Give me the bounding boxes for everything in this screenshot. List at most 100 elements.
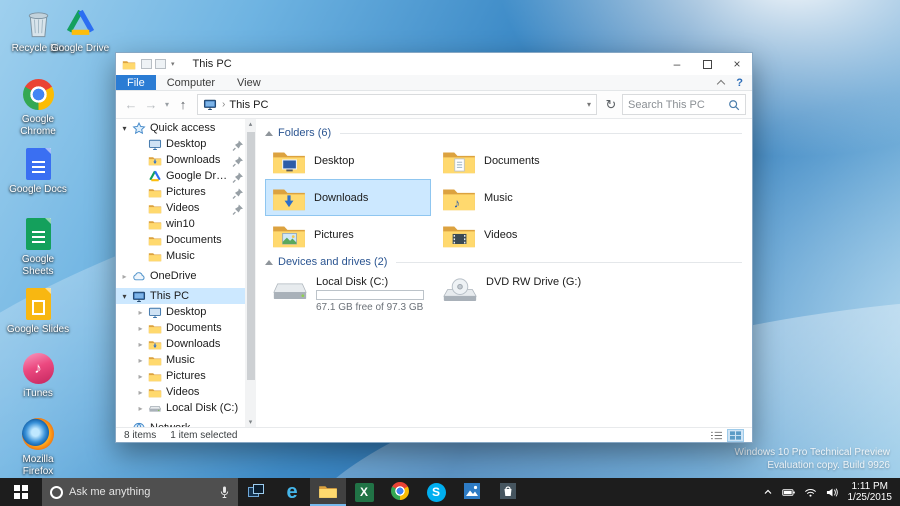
minimize-button[interactable]: – bbox=[662, 53, 692, 75]
sidebar-item-quick-access[interactable]: ▾Quick access bbox=[116, 120, 245, 136]
chevron-collapsed-icon[interactable]: ▸ bbox=[136, 308, 145, 317]
folder-tile-pictures[interactable]: Pictures bbox=[265, 216, 431, 253]
sidebar-item-win10[interactable]: win10 bbox=[116, 216, 245, 232]
group-header[interactable]: Devices and drives (2) bbox=[265, 253, 742, 271]
sidebar-item-videos[interactable]: Videos bbox=[116, 200, 245, 216]
desktop-icon-google-sheets[interactable]: Google Sheets bbox=[6, 216, 70, 277]
volume-icon[interactable] bbox=[826, 487, 839, 498]
taskbar-app-excel[interactable]: X bbox=[346, 478, 382, 506]
network-icon[interactable] bbox=[804, 487, 817, 498]
drive-tile-local-disk-c[interactable]: Local Disk (C:)67.1 GB free of 97.3 GB bbox=[265, 271, 431, 317]
taskbar-app-photos[interactable] bbox=[454, 478, 490, 506]
watermark: Windows 10 Pro Technical Preview Evaluat… bbox=[735, 446, 890, 472]
folder-tile-desktop[interactable]: Desktop bbox=[265, 142, 431, 179]
taskbar: Ask me anything e X S 1:11 PM 1/25/2015 bbox=[0, 478, 900, 506]
group-collapse-icon[interactable] bbox=[265, 131, 273, 136]
chevron-expanded-icon[interactable]: ▾ bbox=[120, 124, 129, 133]
group-collapse-icon[interactable] bbox=[265, 260, 273, 265]
chevron-collapsed-icon[interactable]: ▸ bbox=[136, 340, 145, 349]
desktop-icon-google-slides[interactable]: Google Slides bbox=[6, 286, 70, 336]
taskbar-app-store[interactable] bbox=[490, 478, 526, 506]
qat-dropdown-icon[interactable]: ▾ bbox=[171, 60, 175, 68]
sidebar-item-desktop[interactable]: Desktop bbox=[116, 136, 245, 152]
scroll-down-icon[interactable]: ▾ bbox=[245, 418, 256, 426]
sidebar-item-desktop[interactable]: ▸Desktop bbox=[116, 304, 245, 320]
details-view-button[interactable] bbox=[708, 429, 725, 442]
chevron-collapsed-icon[interactable]: ▸ bbox=[120, 272, 129, 281]
taskbar-app-file-explorer[interactable] bbox=[310, 478, 346, 506]
sidebar-item-downloads[interactable]: ▸Downloads bbox=[116, 336, 245, 352]
folder-tile-music[interactable]: ♪Music bbox=[435, 179, 601, 216]
search-box[interactable]: Search This PC bbox=[622, 94, 746, 115]
folder-tile-videos[interactable]: Videos bbox=[435, 216, 601, 253]
properties-icon[interactable] bbox=[141, 59, 152, 69]
sidebar-item-pictures[interactable]: ▸Pictures bbox=[116, 368, 245, 384]
address-location[interactable]: This PC bbox=[229, 99, 268, 111]
chevron-collapsed-icon[interactable]: ▸ bbox=[136, 324, 145, 333]
sidebar-item-documents[interactable]: Documents bbox=[116, 232, 245, 248]
tab-computer[interactable]: Computer bbox=[156, 75, 226, 90]
sidebar-item-music[interactable]: Music bbox=[116, 248, 245, 264]
chevron-collapsed-icon[interactable]: ▸ bbox=[136, 356, 145, 365]
drive-tile-dvd-rw-drive-g[interactable]: DVD RW Drive (G:) bbox=[435, 271, 601, 317]
up-button[interactable]: ↑ bbox=[174, 97, 192, 112]
scroll-thumb[interactable] bbox=[247, 132, 255, 380]
desktop[interactable]: Recycle BinGoogle DriveGoogle ChromeGoog… bbox=[0, 0, 900, 506]
taskbar-search[interactable]: Ask me anything bbox=[42, 478, 238, 506]
close-button[interactable]: × bbox=[722, 53, 752, 75]
search-placeholder: Search This PC bbox=[628, 99, 728, 111]
taskbar-app-task-view[interactable] bbox=[238, 478, 274, 506]
tray-chevron-up-icon[interactable] bbox=[763, 487, 773, 497]
scroll-up-icon[interactable]: ▴ bbox=[245, 120, 256, 128]
taskbar-app-chrome[interactable] bbox=[382, 478, 418, 506]
forward-button[interactable]: → bbox=[142, 97, 160, 112]
group-header[interactable]: Folders (6) bbox=[265, 124, 742, 142]
desktop-icon-google-drive[interactable]: Google Drive bbox=[48, 5, 112, 55]
breadcrumb-chevron-icon[interactable]: › bbox=[222, 99, 225, 110]
taskbar-app-internet-explorer[interactable]: e bbox=[274, 478, 310, 506]
sidebar-item-videos[interactable]: ▸Videos bbox=[116, 384, 245, 400]
folder-tile-downloads[interactable]: Downloads bbox=[265, 179, 431, 216]
chevron-collapsed-icon[interactable]: ▸ bbox=[120, 424, 129, 428]
desktop-icon-itunes[interactable]: ♪iTunes bbox=[6, 350, 70, 400]
help-icon[interactable]: ? bbox=[736, 77, 743, 89]
refresh-button[interactable]: ↻ bbox=[602, 97, 620, 113]
folder-desktop-icon bbox=[271, 146, 307, 176]
start-button[interactable] bbox=[0, 478, 42, 506]
gdrive-icon bbox=[148, 170, 163, 183]
taskbar-clock[interactable]: 1:11 PM 1/25/2015 bbox=[848, 481, 893, 503]
sidebar-item-this-pc[interactable]: ▾This PC bbox=[116, 288, 245, 304]
sidebar-item-documents[interactable]: ▸Documents bbox=[116, 320, 245, 336]
sidebar-item-local-disk-c[interactable]: ▸Local Disk (C:) bbox=[116, 400, 245, 416]
tab-view[interactable]: View bbox=[226, 75, 272, 90]
tab-file[interactable]: File bbox=[116, 75, 156, 90]
folder-tile-documents[interactable]: Documents bbox=[435, 142, 601, 179]
microphone-icon[interactable] bbox=[219, 485, 230, 499]
desktop-icon-google-chrome[interactable]: Google Chrome bbox=[6, 76, 70, 137]
search-icon[interactable] bbox=[728, 99, 740, 111]
battery-icon[interactable] bbox=[782, 487, 795, 498]
back-button[interactable]: ← bbox=[122, 97, 140, 112]
desktop-icon-google-docs[interactable]: Google Docs bbox=[6, 146, 70, 196]
sidebar-scrollbar[interactable]: ▴ ▾ bbox=[245, 119, 256, 427]
large-icons-view-button[interactable] bbox=[727, 429, 744, 442]
sidebar-item-network[interactable]: ▸Network bbox=[116, 420, 245, 427]
sidebar-item-pictures[interactable]: Pictures bbox=[116, 184, 245, 200]
sidebar-item-google-drive[interactable]: Google Drive bbox=[116, 168, 245, 184]
desktop-icon-mozilla-firefox[interactable]: Mozilla Firefox bbox=[6, 416, 70, 477]
chevron-collapsed-icon[interactable]: ▸ bbox=[136, 404, 145, 413]
sidebar-item-onedrive[interactable]: ▸OneDrive bbox=[116, 268, 245, 284]
ribbon-collapse-icon[interactable] bbox=[717, 79, 725, 87]
maximize-button[interactable] bbox=[692, 53, 722, 75]
sidebar-item-music[interactable]: ▸Music bbox=[116, 352, 245, 368]
taskbar-app-skype[interactable]: S bbox=[418, 478, 454, 506]
address-bar[interactable]: › This PC ▾ bbox=[197, 94, 597, 115]
chevron-collapsed-icon[interactable]: ▸ bbox=[136, 388, 145, 397]
chevron-collapsed-icon[interactable]: ▸ bbox=[136, 372, 145, 381]
sidebar-item-downloads[interactable]: Downloads bbox=[116, 152, 245, 168]
recent-locations-dropdown-icon[interactable]: ▾ bbox=[162, 100, 172, 109]
new-folder-icon[interactable] bbox=[155, 59, 166, 69]
chevron-expanded-icon[interactable]: ▾ bbox=[120, 292, 129, 301]
title-bar[interactable]: ▾ This PC – × bbox=[116, 53, 752, 75]
address-dropdown-icon[interactable]: ▾ bbox=[587, 100, 591, 109]
